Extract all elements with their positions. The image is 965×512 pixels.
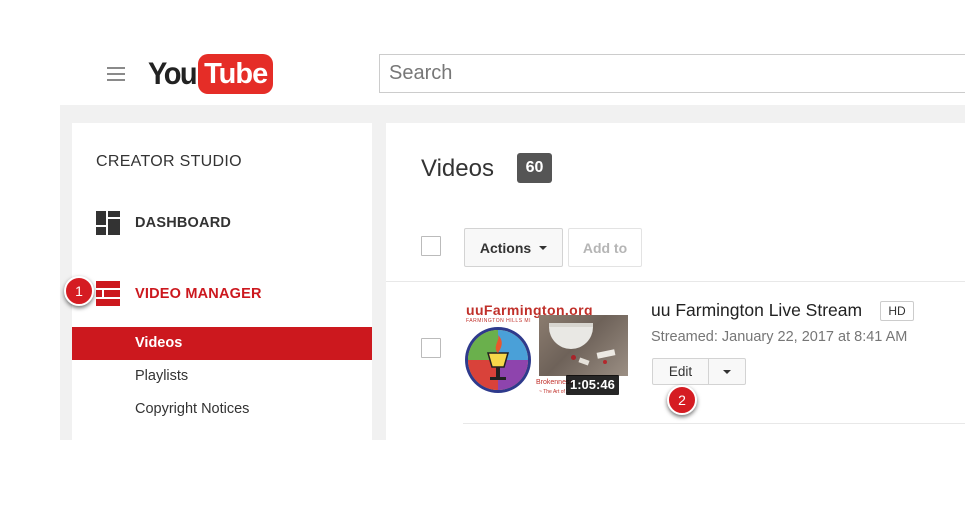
menu-icon[interactable]: [107, 67, 125, 81]
sidebar-subitem-playlists[interactable]: Playlists: [135, 368, 188, 384]
divider: [463, 423, 965, 424]
step-marker-1: 1: [64, 276, 94, 306]
thumbnail-photo: [539, 315, 628, 376]
video-title-link[interactable]: uu Farmington Live Stream: [651, 300, 862, 321]
video-duration: 1:05:46: [566, 375, 619, 395]
edit-button[interactable]: Edit: [652, 358, 709, 385]
page-title: Videos: [421, 155, 494, 182]
creator-studio-sidebar: CREATOR STUDIO DASHBOARD VIDEO MANAGER V…: [72, 123, 372, 440]
sidebar-subitem-copyright-notices[interactable]: Copyright Notices: [135, 401, 249, 417]
sidebar-item-label: DASHBOARD: [135, 215, 232, 231]
dashboard-icon: [96, 211, 120, 235]
sidebar-title: CREATOR STUDIO: [96, 153, 242, 170]
chevron-down-icon: [539, 245, 548, 250]
select-all-checkbox[interactable]: [421, 236, 441, 256]
add-to-button[interactable]: Add to: [568, 228, 642, 267]
actions-button[interactable]: Actions: [464, 228, 563, 267]
chalice-emblem-icon: [465, 327, 531, 393]
logo-text-tube: Tube: [198, 54, 274, 94]
logo-text-you: You: [148, 55, 198, 92]
video-thumbnail[interactable]: uuFarmington.org FARMINGTON HILLS MI Bro…: [464, 302, 628, 397]
video-manager-icon: [96, 281, 120, 307]
divider: [386, 281, 965, 282]
youtube-logo[interactable]: You Tube: [148, 54, 274, 94]
hd-badge: HD: [880, 301, 914, 321]
sidebar-subitem-videos[interactable]: Videos: [72, 327, 372, 360]
sidebar-item-dashboard[interactable]: DASHBOARD: [96, 211, 231, 235]
chevron-down-icon: [723, 369, 731, 374]
search-input[interactable]: Search: [379, 54, 965, 93]
step-marker-2: 2: [667, 385, 697, 415]
sidebar-item-video-manager[interactable]: VIDEO MANAGER: [96, 281, 262, 307]
video-count-badge: 60: [517, 153, 552, 183]
actions-label: Actions: [479, 239, 532, 256]
video-streamed-date: Streamed: January 22, 2017 at 8:41 AM: [651, 329, 908, 345]
sidebar-item-label: VIDEO MANAGER: [135, 286, 262, 302]
edit-dropdown-button[interactable]: [708, 358, 746, 385]
video-row-checkbox[interactable]: [421, 338, 441, 358]
